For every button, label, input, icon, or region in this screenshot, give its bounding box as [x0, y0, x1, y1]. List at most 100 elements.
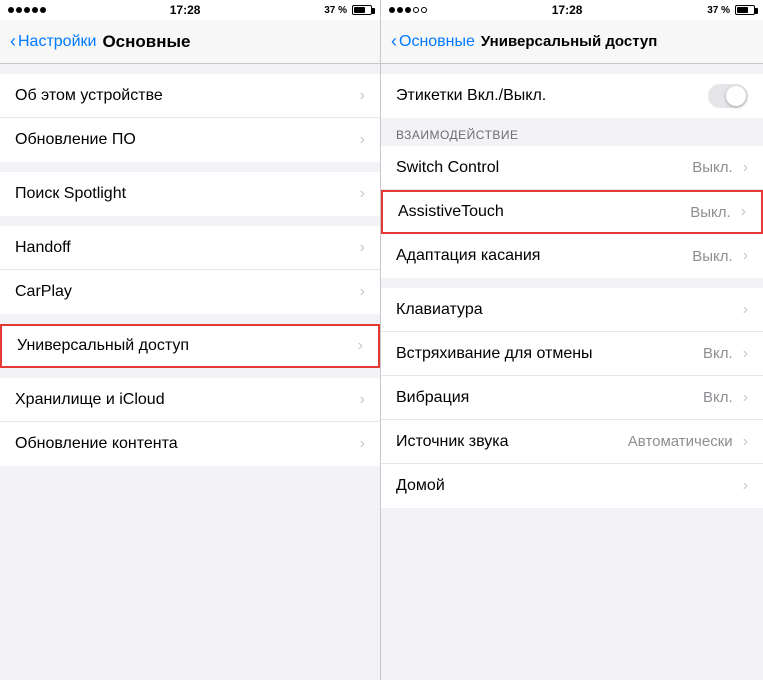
assistive-touch-label: AssistiveTouch	[398, 203, 690, 221]
gap2	[0, 162, 380, 172]
battery-icon-right	[735, 5, 755, 15]
battery-icon-left	[352, 5, 372, 15]
right-battery: 37 %	[707, 5, 755, 16]
dot4	[32, 7, 38, 13]
row-shake[interactable]: Встряхивание для отмены Вкл. ›	[381, 332, 763, 376]
row-sound-source[interactable]: Источник звука Автоматически ›	[381, 420, 763, 464]
spotlight-chevron: ›	[360, 185, 365, 203]
assistive-touch-chevron: ›	[741, 203, 746, 221]
row-keyboard[interactable]: Клавиатура ›	[381, 288, 763, 332]
r-dot3	[405, 7, 411, 13]
sound-source-label: Источник звука	[396, 433, 628, 451]
vibration-label: Вибрация	[396, 389, 703, 407]
labels-toggle[interactable]	[708, 84, 748, 108]
left-status-bar: 17:28 37 %	[0, 0, 380, 20]
right-back-chevron-icon: ‹	[391, 31, 397, 52]
r-dot5	[421, 7, 427, 13]
about-chevron: ›	[360, 87, 365, 105]
left-time: 17:28	[170, 3, 201, 17]
row-handoff[interactable]: Handoff ›	[0, 226, 380, 270]
switch-control-label: Switch Control	[396, 159, 692, 177]
assistive-touch-value: Выкл.	[690, 204, 730, 221]
group-handoff-carplay: Handoff › CarPlay ›	[0, 226, 380, 314]
row-touch-adapt[interactable]: Адаптация касания Выкл. ›	[381, 234, 763, 278]
handoff-label: Handoff	[15, 239, 355, 257]
r-dot1	[389, 7, 395, 13]
touch-adapt-chevron: ›	[743, 247, 748, 265]
row-storage[interactable]: Хранилище и iCloud ›	[0, 378, 380, 422]
about-label: Об этом устройстве	[15, 87, 355, 105]
accessibility-label: Универсальный доступ	[17, 337, 353, 355]
shake-chevron: ›	[743, 345, 748, 363]
back-chevron-icon: ‹	[10, 31, 16, 52]
sound-source-value: Автоматически	[628, 433, 733, 450]
carplay-chevron: ›	[360, 283, 365, 301]
handoff-chevron: ›	[360, 239, 365, 257]
group-interaction: Switch Control Выкл. › AssistiveTouch Вы…	[381, 146, 763, 278]
vibration-chevron: ›	[743, 389, 748, 407]
left-nav-title: Основные	[102, 32, 190, 52]
touch-adapt-value: Выкл.	[692, 248, 732, 265]
shake-value: Вкл.	[703, 345, 733, 362]
dot5	[40, 7, 46, 13]
accessibility-chevron: ›	[358, 337, 363, 355]
gap4	[0, 314, 380, 324]
right-nav-bar: ‹ Основные Универсальный доступ	[381, 20, 763, 64]
row-bg-refresh[interactable]: Обновление контента ›	[0, 422, 380, 466]
gap3	[0, 216, 380, 226]
row-assistive-touch[interactable]: AssistiveTouch Выкл. ›	[381, 190, 763, 234]
interaction-header-text: ВЗАИМОДЕЙСТВИЕ	[396, 128, 519, 142]
bg-refresh-label: Обновление контента	[15, 435, 355, 453]
left-phone-panel: 17:28 37 % ‹ Настройки Основные Об этом …	[0, 0, 381, 680]
spotlight-label: Поиск Spotlight	[15, 185, 355, 203]
dot3	[24, 7, 30, 13]
row-switch-control[interactable]: Switch Control Выкл. ›	[381, 146, 763, 190]
left-status-signals	[8, 7, 46, 13]
group-labels: Этикетки Вкл./Выкл.	[381, 74, 763, 118]
left-battery: 37 %	[324, 5, 372, 16]
right-nav-title: Универсальный доступ	[481, 33, 657, 50]
storage-label: Хранилище и iCloud	[15, 391, 355, 409]
labels-label: Этикетки Вкл./Выкл.	[396, 87, 700, 105]
right-phone-panel: 17:28 37 % ‹ Основные Универсальный дост…	[381, 0, 763, 680]
gap6	[0, 466, 380, 476]
group-misc: Клавиатура › Встряхивание для отмены Вкл…	[381, 288, 763, 508]
gap5	[0, 368, 380, 378]
r-gap2	[381, 278, 763, 288]
switch-control-value: Выкл.	[692, 159, 732, 176]
row-spotlight[interactable]: Поиск Spotlight ›	[0, 172, 380, 216]
bg-refresh-chevron: ›	[360, 435, 365, 453]
update-label: Обновление ПО	[15, 131, 355, 149]
left-nav-bar: ‹ Настройки Основные	[0, 20, 380, 64]
left-back-button[interactable]: ‹ Настройки	[10, 31, 96, 52]
r-dot2	[397, 7, 403, 13]
sound-source-chevron: ›	[743, 433, 748, 451]
dot1	[8, 7, 14, 13]
group-about-update: Об этом устройстве › Обновление ПО ›	[0, 74, 380, 162]
row-about[interactable]: Об этом устройстве ›	[0, 74, 380, 118]
r-dot4	[413, 7, 419, 13]
home-label: Домой	[396, 477, 738, 495]
right-signal-dots	[389, 7, 427, 13]
row-labels[interactable]: Этикетки Вкл./Выкл.	[381, 74, 763, 118]
group-storage-bg: Хранилище и iCloud › Обновление контента…	[0, 378, 380, 466]
right-settings-list: Этикетки Вкл./Выкл. ВЗАИМОДЕЙСТВИЕ Switc…	[381, 64, 763, 680]
right-back-label: Основные	[399, 33, 475, 51]
row-vibration[interactable]: Вибрация Вкл. ›	[381, 376, 763, 420]
back-label-left: Настройки	[18, 33, 96, 51]
row-home[interactable]: Домой ›	[381, 464, 763, 508]
group-spotlight: Поиск Spotlight ›	[0, 172, 380, 216]
battery-percent-right: 37 %	[707, 5, 730, 16]
r-gap3	[381, 508, 763, 518]
row-accessibility[interactable]: Универсальный доступ ›	[0, 324, 380, 368]
right-time: 17:28	[552, 3, 583, 17]
update-chevron: ›	[360, 131, 365, 149]
row-update[interactable]: Обновление ПО ›	[0, 118, 380, 162]
right-back-button[interactable]: ‹ Основные	[391, 31, 475, 52]
row-carplay[interactable]: CarPlay ›	[0, 270, 380, 314]
right-status-signals	[389, 7, 427, 13]
left-settings-list: Об этом устройстве › Обновление ПО › Пои…	[0, 64, 380, 680]
gap1	[0, 64, 380, 74]
right-status-bar: 17:28 37 %	[381, 0, 763, 20]
vibration-value: Вкл.	[703, 389, 733, 406]
